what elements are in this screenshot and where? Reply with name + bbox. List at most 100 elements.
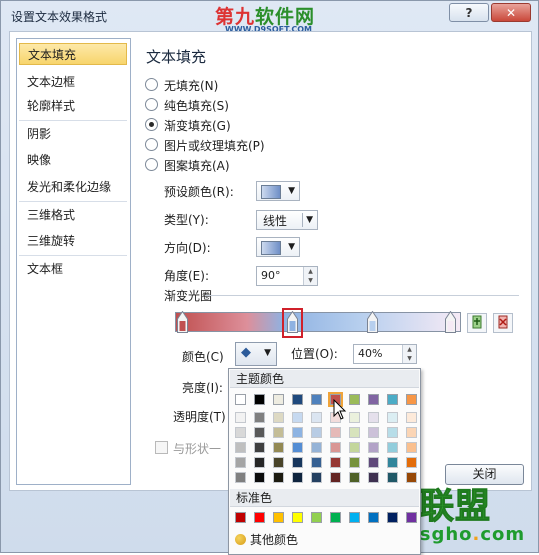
theme-shade-swatch[interactable] [406, 442, 417, 453]
theme-shade-swatch[interactable] [349, 442, 360, 453]
theme-shade-swatch[interactable] [349, 472, 360, 483]
theme-shade-swatch[interactable] [330, 427, 341, 438]
theme-shade-swatch[interactable] [311, 427, 322, 438]
theme-shade-swatch[interactable] [387, 412, 398, 423]
radio-solid-fill[interactable]: 纯色填充(S) [145, 97, 229, 115]
theme-shade-swatch[interactable] [406, 457, 417, 468]
theme-color-swatch[interactable] [254, 394, 265, 405]
theme-shade-swatch[interactable] [273, 442, 284, 453]
theme-shade-swatch[interactable] [330, 472, 341, 483]
gradient-stop-handle[interactable] [445, 311, 456, 333]
theme-shade-swatch[interactable] [368, 427, 379, 438]
radio-pattern-fill[interactable]: 图案填充(A) [145, 157, 230, 175]
theme-color-swatch[interactable] [368, 394, 379, 405]
radio-button[interactable] [145, 98, 158, 111]
theme-shade-swatch[interactable] [349, 457, 360, 468]
theme-shade-swatch[interactable] [311, 442, 322, 453]
nav-item-text-fill[interactable]: 文本填充 [19, 43, 127, 65]
theme-shade-swatch[interactable] [235, 457, 246, 468]
theme-shade-swatch[interactable] [254, 442, 265, 453]
radio-button[interactable] [145, 78, 158, 91]
standard-color-swatch[interactable] [254, 512, 265, 523]
theme-shade-swatch[interactable] [292, 427, 303, 438]
theme-shade-swatch[interactable] [349, 427, 360, 438]
standard-color-swatch[interactable] [349, 512, 360, 523]
theme-shade-swatch[interactable] [235, 412, 246, 423]
theme-color-swatch[interactable] [292, 394, 303, 405]
angle-spinner[interactable]: 90° ▲ ▼ [256, 266, 318, 286]
theme-color-swatch[interactable] [311, 394, 322, 405]
close-window-button[interactable]: ✕ [491, 3, 531, 22]
theme-shade-swatch[interactable] [292, 412, 303, 423]
theme-shade-swatch[interactable] [235, 472, 246, 483]
theme-shade-swatch[interactable] [406, 412, 417, 423]
direction-dropdown[interactable]: ▼ [256, 237, 300, 257]
type-dropdown[interactable]: 线性 ▼ [256, 210, 318, 230]
nav-item-text-border[interactable]: 文本边框 [19, 71, 127, 93]
gradient-stop-handle[interactable] [367, 311, 378, 333]
theme-shade-swatch[interactable] [273, 427, 284, 438]
nav-item-text-box[interactable]: 文本框 [19, 258, 127, 280]
theme-shade-swatch[interactable] [254, 472, 265, 483]
standard-color-swatch[interactable] [387, 512, 398, 523]
standard-color-swatch[interactable] [368, 512, 379, 523]
standard-color-swatch[interactable] [330, 512, 341, 523]
rotate-with-shape-checkbox[interactable]: 与形状一 [155, 440, 221, 457]
theme-shade-swatch[interactable] [273, 412, 284, 423]
nav-item-outline-style[interactable]: 轮廓样式 [19, 95, 127, 117]
theme-shade-swatch[interactable] [273, 472, 284, 483]
theme-shade-swatch[interactable] [235, 442, 246, 453]
checkbox[interactable] [155, 441, 168, 454]
standard-color-swatch[interactable] [292, 512, 303, 523]
more-colors-item[interactable]: 其他颜色 [235, 532, 298, 548]
theme-shade-swatch[interactable] [368, 412, 379, 423]
standard-color-swatch[interactable] [311, 512, 322, 523]
theme-shade-swatch[interactable] [292, 442, 303, 453]
radio-gradient-fill[interactable]: 渐变填充(G) [145, 117, 231, 135]
theme-shade-swatch[interactable] [273, 457, 284, 468]
standard-color-swatch[interactable] [273, 512, 284, 523]
theme-color-swatch[interactable] [349, 394, 360, 405]
theme-shade-swatch[interactable] [311, 472, 322, 483]
position-spinner[interactable]: 40% ▲ ▼ [353, 344, 417, 364]
spinner-arrows-icon[interactable]: ▲ ▼ [402, 345, 416, 363]
standard-color-swatch[interactable] [406, 512, 417, 523]
theme-shade-swatch[interactable] [387, 472, 398, 483]
add-stop-button[interactable] [467, 313, 487, 333]
theme-shade-swatch[interactable] [292, 472, 303, 483]
theme-shade-swatch[interactable] [387, 427, 398, 438]
theme-shade-swatch[interactable] [387, 457, 398, 468]
theme-color-swatch[interactable] [235, 394, 246, 405]
theme-shade-swatch[interactable] [311, 412, 322, 423]
radio-button[interactable] [145, 138, 158, 151]
gradient-stop-handle[interactable] [177, 311, 188, 333]
theme-shade-swatch[interactable] [292, 457, 303, 468]
theme-shade-swatch[interactable] [235, 427, 246, 438]
theme-shade-swatch[interactable] [311, 457, 322, 468]
theme-shade-swatch[interactable] [330, 442, 341, 453]
standard-color-swatch[interactable] [235, 512, 246, 523]
remove-stop-button[interactable] [493, 313, 513, 333]
theme-shade-swatch[interactable] [254, 412, 265, 423]
theme-shade-swatch[interactable] [254, 457, 265, 468]
nav-item-glow-soft-edges[interactable]: 发光和柔化边缘 [19, 176, 127, 198]
theme-shade-swatch[interactable] [349, 412, 360, 423]
radio-button[interactable] [145, 158, 158, 171]
nav-item-reflection[interactable]: 映像 [19, 149, 127, 171]
theme-shade-swatch[interactable] [368, 442, 379, 453]
fill-color-button[interactable]: ◆ ▼ [235, 342, 277, 366]
theme-shade-swatch[interactable] [368, 457, 379, 468]
nav-item-3d-format[interactable]: 三维格式 [19, 204, 127, 226]
help-button[interactable]: ? [449, 3, 489, 22]
theme-shade-swatch[interactable] [254, 427, 265, 438]
theme-shade-swatch[interactable] [368, 472, 379, 483]
theme-color-swatch[interactable] [387, 394, 398, 405]
theme-shade-swatch[interactable] [387, 442, 398, 453]
spinner-arrows-icon[interactable]: ▲ ▼ [303, 267, 317, 285]
gradient-stops-bar[interactable] [175, 312, 461, 332]
theme-shade-swatch[interactable] [406, 472, 417, 483]
nav-item-3d-rotation[interactable]: 三维旋转 [19, 230, 127, 252]
theme-color-swatch[interactable] [273, 394, 284, 405]
radio-picture-texture-fill[interactable]: 图片或纹理填充(P) [145, 137, 265, 155]
theme-color-swatch[interactable] [406, 394, 417, 405]
